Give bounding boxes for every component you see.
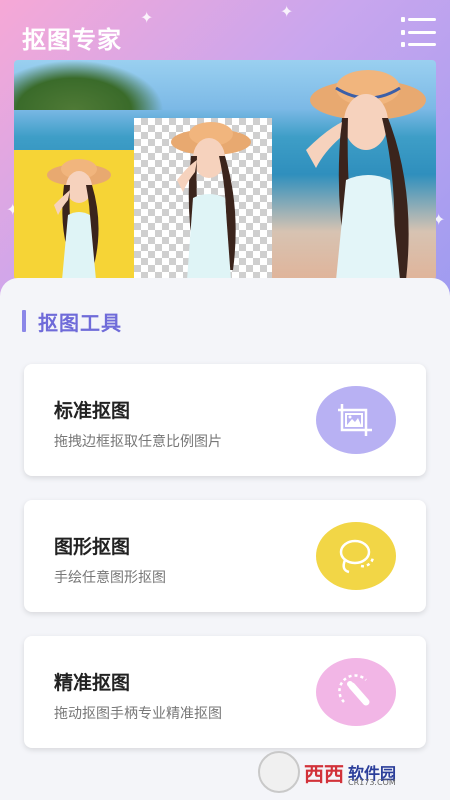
- crop-image-icon: [316, 386, 396, 454]
- app-title: 抠图专家: [22, 26, 122, 54]
- watermark-logo: 西西 软件园 CR173.COM: [258, 751, 438, 793]
- tool-title: 图形抠图: [54, 536, 131, 558]
- tool-card-shape[interactable]: 图形抠图 手绘任意图形抠图: [24, 500, 426, 612]
- section-header: 抠图工具: [22, 308, 122, 335]
- menu-line: [401, 29, 436, 35]
- section-accent-bar: [22, 310, 26, 332]
- tool-title: 精准抠图: [54, 672, 131, 694]
- tool-description: 拖拽边框抠取任意比例图片: [54, 434, 222, 450]
- menu-list-icon[interactable]: [401, 17, 436, 47]
- precise-cut-icon: [316, 658, 396, 726]
- sparkle-decoration: ✦: [140, 8, 154, 27]
- tool-card-precise[interactable]: 精准抠图 拖动抠图手柄专业精准抠图: [24, 636, 426, 748]
- island-scenery: [14, 60, 164, 110]
- person-illustration-cutout: [171, 122, 251, 280]
- watermark-text: 西西: [304, 761, 344, 786]
- tool-title: 标准抠图: [54, 400, 131, 422]
- menu-line: [401, 42, 436, 47]
- sparkle-decoration: ✦: [280, 2, 294, 21]
- promo-banner: [14, 60, 436, 280]
- section-title: 抠图工具: [38, 310, 122, 335]
- tool-card-standard[interactable]: 标准抠图 拖拽边框抠取任意比例图片: [24, 364, 426, 476]
- tool-description: 拖动抠图手柄专业精准抠图: [54, 706, 222, 722]
- person-illustration-large: [306, 70, 426, 280]
- tools-panel: 抠图工具 标准抠图 拖拽边框抠取任意比例图片 图形抠图 手绘任意图形抠图 精准抠…: [0, 278, 450, 800]
- lasso-icon: [316, 522, 396, 590]
- tool-description: 手绘任意图形抠图: [54, 570, 166, 586]
- person-illustration-small: [47, 159, 111, 280]
- watermark-subtext: CR173.COM: [348, 778, 396, 787]
- watermark-emblem: [258, 751, 300, 793]
- menu-line: [401, 17, 436, 22]
